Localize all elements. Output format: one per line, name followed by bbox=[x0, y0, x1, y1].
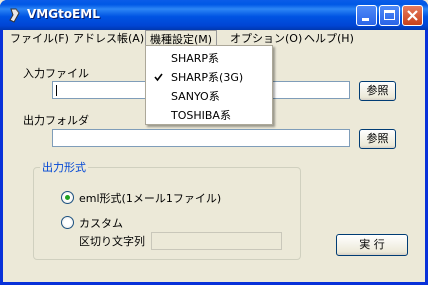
checkmark-icon bbox=[154, 73, 163, 82]
minimize-button[interactable] bbox=[356, 5, 377, 26]
dropdown-item-sharp-3g-label: SHARP系(3G) bbox=[171, 71, 244, 84]
text-caret bbox=[56, 85, 57, 96]
menu-file[interactable]: ファイル(F) bbox=[6, 30, 73, 48]
radio-custom[interactable] bbox=[61, 216, 74, 229]
app-window: VMGtoEML ファイル(F) アドレス帳(A) 機種設定(M) オプション(… bbox=[0, 0, 428, 285]
radio-custom-label[interactable]: カスタム bbox=[79, 215, 123, 231]
input-browse-button[interactable]: 参照 bbox=[359, 81, 396, 101]
maximize-icon bbox=[384, 10, 395, 20]
radio-eml[interactable] bbox=[61, 191, 74, 204]
dropdown-item-sharp[interactable]: SHARP系 bbox=[146, 49, 272, 68]
close-button[interactable] bbox=[402, 5, 423, 26]
dropdown-item-sanyo[interactable]: SANYO系 bbox=[146, 87, 272, 106]
output-browse-button[interactable]: 参照 bbox=[359, 129, 396, 149]
radio-eml-label[interactable]: eml形式(1メール1ファイル) bbox=[79, 190, 221, 206]
menu-help[interactable]: ヘルプ(H) bbox=[300, 30, 358, 48]
menu-address-book[interactable]: アドレス帳(A) bbox=[69, 30, 148, 48]
output-format-title: 出力形式 bbox=[40, 159, 88, 175]
output-folder-label: 出力フォルダ bbox=[23, 114, 89, 127]
radio-selected-dot bbox=[65, 195, 70, 200]
delimiter-field[interactable] bbox=[151, 232, 282, 250]
dropdown-item-toshiba[interactable]: TOSHIBA系 bbox=[146, 106, 272, 125]
dropdown-item-sharp-3g[interactable]: SHARP系(3G) bbox=[146, 68, 272, 87]
close-icon bbox=[407, 10, 418, 21]
minimize-icon bbox=[362, 18, 369, 21]
run-button[interactable]: 実 行 bbox=[336, 234, 408, 256]
input-file-label: 入力ファイル bbox=[23, 67, 89, 80]
window-title: VMGtoEML bbox=[27, 7, 100, 21]
maximize-button[interactable] bbox=[379, 5, 400, 26]
device-settings-dropdown: SHARP系 SHARP系(3G) SANYO系 TOSHIBA系 bbox=[145, 45, 273, 125]
title-bar[interactable]: VMGtoEML bbox=[0, 0, 428, 30]
delimiter-label: 区切り文字列 bbox=[79, 235, 145, 248]
app-icon bbox=[9, 8, 20, 23]
output-folder-field[interactable] bbox=[52, 129, 350, 147]
